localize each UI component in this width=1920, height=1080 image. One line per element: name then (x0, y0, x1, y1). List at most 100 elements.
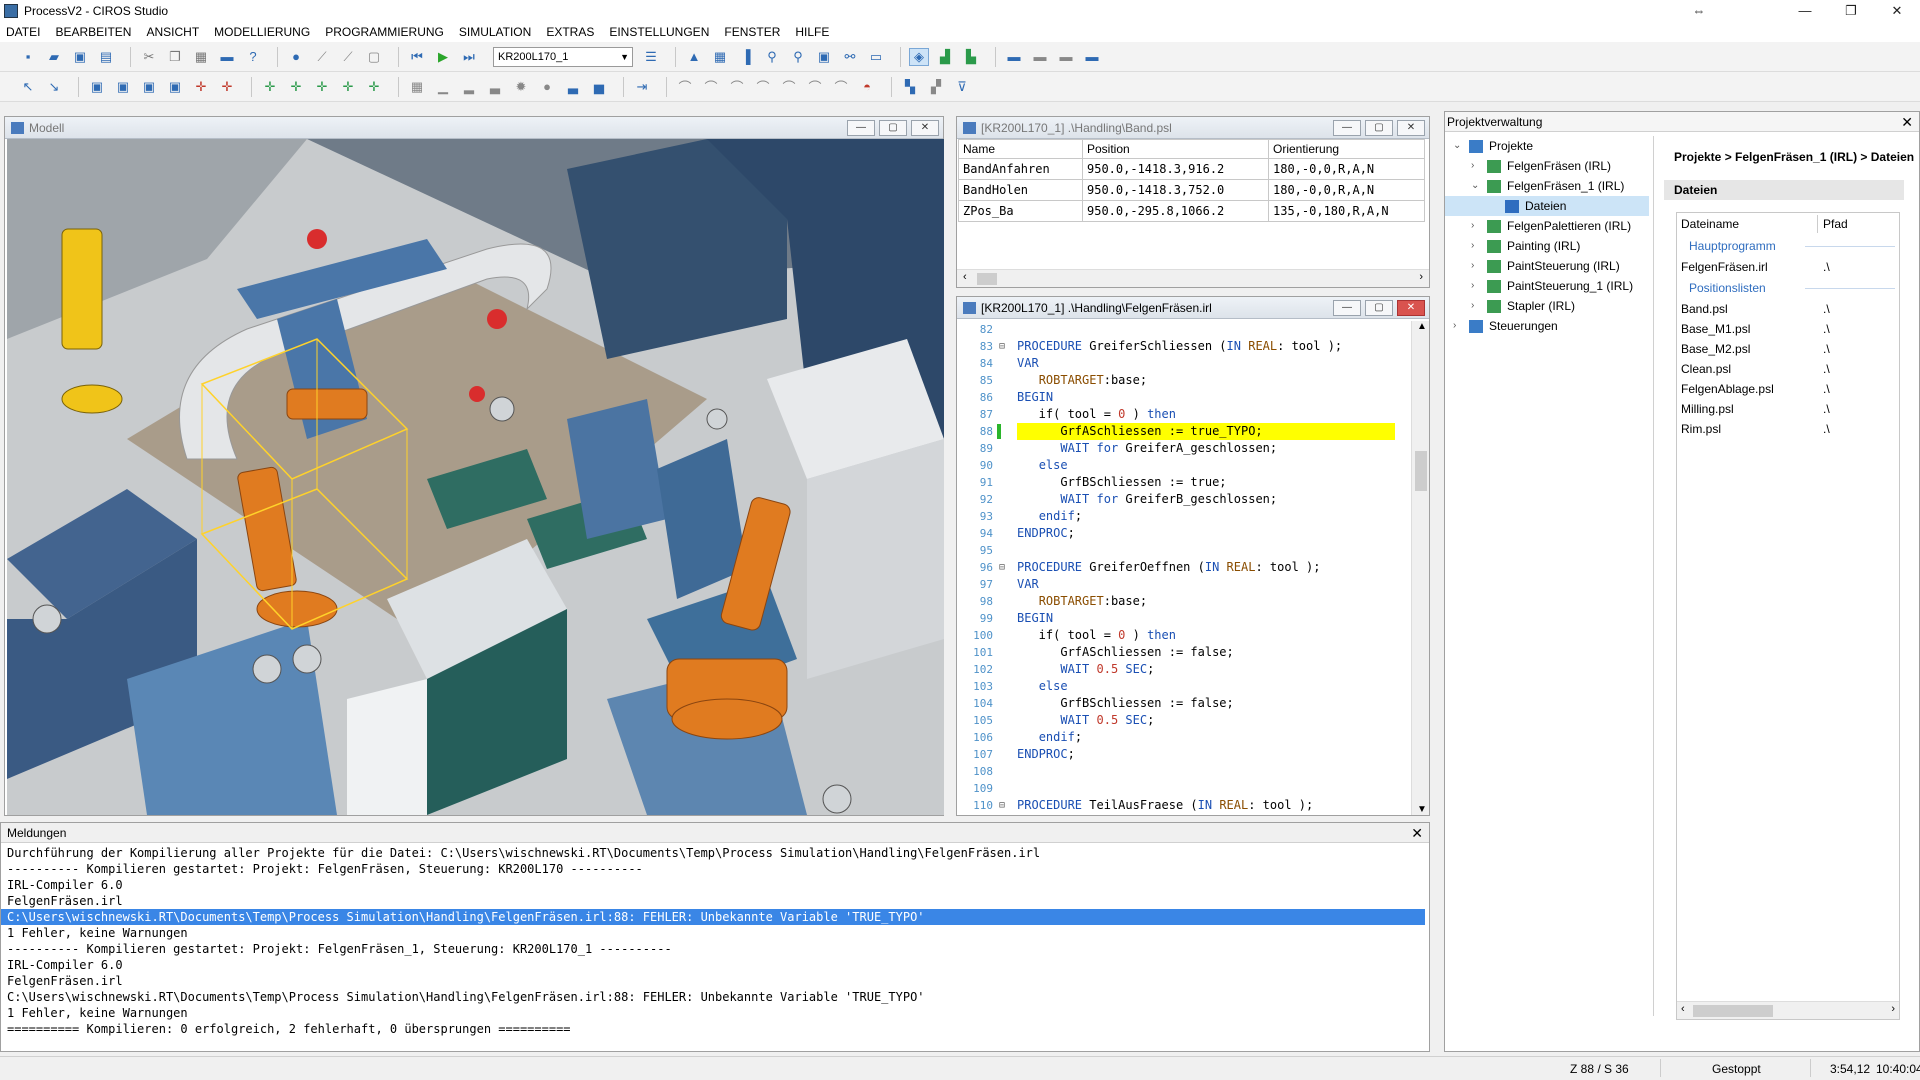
close-icon[interactable]: ✕ (1411, 823, 1423, 843)
expander-icon[interactable]: › (1471, 276, 1481, 296)
copy-icon[interactable]: ❐ (165, 48, 185, 66)
reset-icon[interactable]: ⏮ (407, 48, 427, 66)
curve-icon[interactable]: ⌒ (675, 78, 695, 96)
expander-icon[interactable]: ⌄ (1471, 176, 1481, 196)
camera-2-icon[interactable]: ▬ (1030, 48, 1050, 66)
frame-5-icon[interactable]: ✛ (364, 78, 384, 96)
file-row[interactable]: Milling.psl .\ (1677, 399, 1899, 419)
file-row[interactable]: Base_M2.psl .\ (1677, 339, 1899, 359)
code-line[interactable]: 107 ENDPROC; (957, 746, 1409, 763)
table-row[interactable]: ZPos_Ba 950.0,-295.8,1066.2 135,-0,180,R,A… (958, 200, 1425, 222)
restore-size-icon[interactable]: ⇔ (1676, 0, 1722, 22)
play-icon[interactable]: ▶ (433, 48, 453, 66)
message-line[interactable]: FelgenFräsen.irl (1, 893, 1429, 909)
file-row[interactable]: Clean.psl .\ (1677, 359, 1899, 379)
curve-7-icon[interactable]: ⌒ (831, 78, 851, 96)
blocks-2-icon[interactable]: ▞ (926, 78, 946, 96)
active-mode-icon[interactable]: ◈ (909, 47, 929, 66)
table-cell[interactable]: 950.0,-1418.3,752.0 (1082, 179, 1269, 201)
message-line[interactable]: 1 Fehler, keine Warnungen (1, 1005, 1429, 1021)
tree-item[interactable]: ⌄ Projekte (1445, 136, 1649, 156)
code-line[interactable]: 97 VAR (957, 576, 1409, 593)
measure-icon[interactable]: ⚲ (788, 48, 808, 66)
vertical-scrollbar[interactable]: ▲ ▼ (1411, 321, 1429, 815)
save-all-icon[interactable]: ▤ (96, 48, 116, 66)
export-icon[interactable]: ⇥ (632, 78, 652, 96)
camera-4-icon[interactable]: ▬ (1082, 48, 1102, 66)
menu-item-hilfe[interactable]: HILFE (795, 25, 829, 39)
axis-2-icon[interactable]: ✛ (217, 78, 237, 96)
minimize-pane-button[interactable]: — (1333, 120, 1361, 136)
code-line[interactable]: 85 ROBTARGET:base; (957, 372, 1409, 389)
view-icon[interactable]: ▣ (814, 48, 834, 66)
frame-2-icon[interactable]: ✛ (286, 78, 306, 96)
save-icon[interactable]: ▣ (70, 48, 90, 66)
expander-icon[interactable]: › (1471, 256, 1481, 276)
cut-icon[interactable]: ✂ (139, 48, 159, 66)
chart-2-icon[interactable]: ▂ (459, 78, 479, 96)
code-line[interactable]: 92 WAIT for GreiferB_geschlossen; (957, 491, 1409, 508)
code-line[interactable]: 94 ENDPROC; (957, 525, 1409, 542)
teach-icon[interactable]: ▐ (736, 48, 756, 66)
tree-item[interactable]: ⌄ FelgenFräsen_1 (IRL) (1445, 176, 1649, 196)
code-line[interactable]: 93 endif; (957, 508, 1409, 525)
axis-icon[interactable]: ✛ (191, 78, 211, 96)
io-icon[interactable]: ▭ (866, 48, 886, 66)
blocks-icon[interactable]: ▚ (900, 78, 920, 96)
curve-6-icon[interactable]: ⌒ (805, 78, 825, 96)
window-icon[interactable]: ▢ (364, 48, 384, 66)
table-cell[interactable]: BandAnfahren (958, 158, 1083, 180)
camera-icon[interactable]: ▬ (1004, 48, 1024, 66)
close-pane-button[interactable]: ✕ (911, 120, 939, 136)
close-icon[interactable]: ✕ (1901, 112, 1913, 132)
pointer-icon[interactable]: ↖ (18, 78, 38, 96)
code-line[interactable]: 102 WAIT 0.5 SEC; (957, 661, 1409, 678)
frame-3-icon[interactable]: ✛ (312, 78, 332, 96)
search-robot-icon[interactable]: ⚲ (762, 48, 782, 66)
robot-selector[interactable]: KR200L170_1 ▼ (493, 46, 633, 67)
file-row[interactable]: FelgenAblage.psl .\ (1677, 379, 1899, 399)
tree-item[interactable]: › FelgenFräsen (IRL) (1445, 156, 1649, 176)
tool-icon[interactable]: ▦ (407, 78, 427, 96)
chart-icon[interactable]: ▁ (433, 78, 453, 96)
code-line[interactable]: 86 BEGIN (957, 389, 1409, 406)
menu-item-datei[interactable]: DATEI (6, 25, 40, 39)
tree-item[interactable]: › PaintSteuerung (IRL) (1445, 256, 1649, 276)
message-line[interactable]: 1 Fehler, keine Warnungen (1, 925, 1429, 941)
layout-2-icon[interactable]: ▙ (961, 48, 981, 66)
code-line[interactable]: 84 VAR (957, 355, 1409, 372)
menu-item-fenster[interactable]: FENSTER (724, 25, 780, 39)
minimize-button[interactable]: — (1782, 0, 1828, 22)
maximize-pane-button[interactable]: ▢ (879, 120, 907, 136)
gear-icon[interactable]: ✹ (511, 78, 531, 96)
table-cell[interactable]: 950.0,-1418.3,916.2 (1082, 158, 1269, 180)
horizontal-scrollbar[interactable]: ‹ › (957, 269, 1429, 287)
new-file-icon[interactable]: ▪ (18, 48, 38, 66)
close-pane-button[interactable]: ✕ (1397, 300, 1425, 316)
expander-icon[interactable]: › (1453, 316, 1463, 336)
tree-item[interactable]: › Painting (IRL) (1445, 236, 1649, 256)
message-line[interactable]: C:\Users\wischnewski.RT\Documents\Temp\P… (1, 989, 1429, 1005)
code-line[interactable]: 96 ⊟ PROCEDURE GreiferOeffnen (IN REAL: to… (957, 559, 1409, 576)
code-line[interactable]: 99 BEGIN (957, 610, 1409, 627)
camera-3-icon[interactable]: ▬ (1056, 48, 1076, 66)
menu-item-ansicht[interactable]: ANSICHT (146, 25, 199, 39)
open-folder-icon[interactable]: ▰ (44, 48, 64, 66)
code-line[interactable]: 101 GrfASchliessen := false; (957, 644, 1409, 661)
move-icon[interactable]: ↘ (44, 78, 64, 96)
tree-item[interactable]: › PaintSteuerung_1 (IRL) (1445, 276, 1649, 296)
link-icon[interactable]: ⚯ (840, 48, 860, 66)
close-pane-button[interactable]: ✕ (1397, 120, 1425, 136)
message-line[interactable]: IRL-Compiler 6.0 (1, 957, 1429, 973)
cell-icon[interactable]: ▦ (710, 48, 730, 66)
expander-icon[interactable]: ⌄ (1453, 136, 1463, 156)
message-line[interactable]: C:\Users\wischnewski.RT\Documents\Temp\P… (1, 909, 1425, 925)
table-cell[interactable]: 180,-0,0,R,A,N (1268, 158, 1425, 180)
curve-3-icon[interactable]: ⌒ (727, 78, 747, 96)
robot-icon[interactable]: ▲ (684, 48, 704, 66)
fold-toggle-icon[interactable]: ⊟ (999, 338, 1009, 355)
cube-4-icon[interactable]: ▣ (165, 78, 185, 96)
code-line[interactable]: 108 (957, 763, 1409, 780)
chart-4-icon[interactable]: ▃ (563, 78, 583, 96)
file-group-header[interactable]: Positionslisten (1677, 277, 1899, 299)
